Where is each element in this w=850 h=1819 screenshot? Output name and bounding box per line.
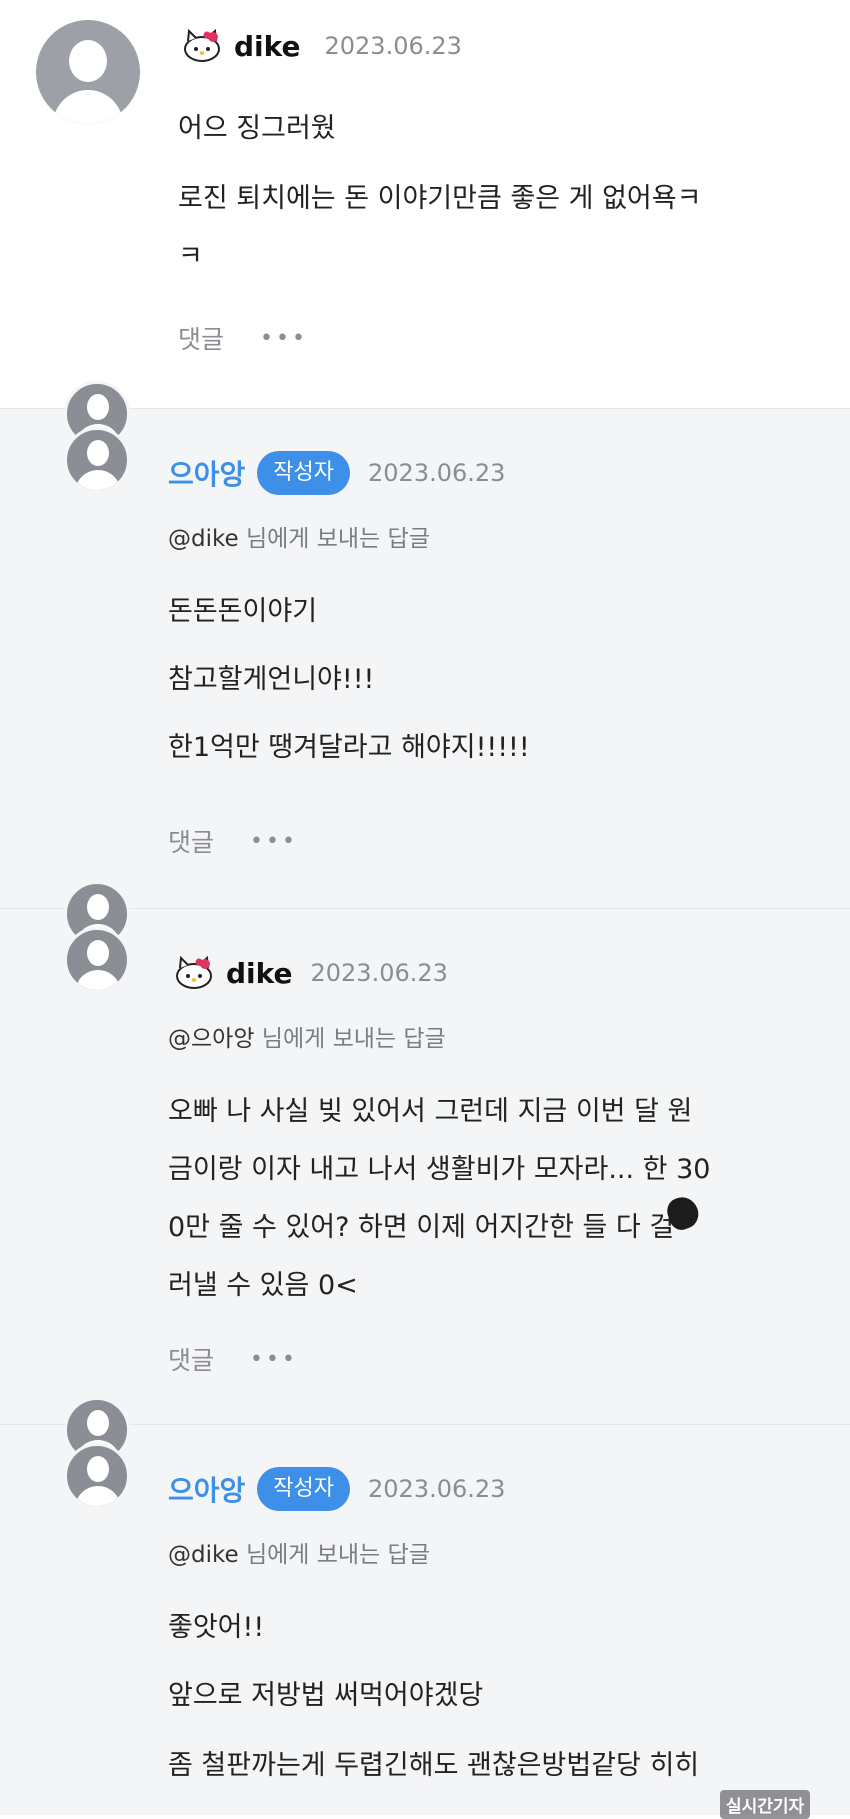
comment-text: 한1억만 땡겨달라고 해야지!!!!! [168,732,530,763]
comment-2: 으아앙 작성자 2023.06.23 @dike 님에게 보내는 답글 돈돈돈이… [0,381,850,909]
author-badge: 작성자 [257,451,351,495]
comment-text: 어으 징그러웠 [178,113,336,144]
author-badge: 작성자 [257,1467,351,1511]
default-avatar-icon [87,440,109,466]
mention-user[interactable]: @으아앙 [168,1026,254,1052]
comment-header: 으아앙 작성자 2023.06.23 [168,1467,505,1511]
comment-date: 2023.06.23 [368,1475,506,1503]
comment-text: ㅋ [178,241,203,272]
hello-kitty-icon [176,956,212,989]
default-avatar-icon [87,394,109,420]
default-avatar-icon [69,40,107,82]
default-avatar-icon [87,894,109,920]
comment-header: 으아앙 작성자 2023.06.23 [168,451,505,495]
comment-4: 으아앙 작성자 2023.06.23 @dike 님에게 보내는 답글 좋앗어!… [0,1397,850,1815]
comment-text: 참고할게언니야!!! [168,664,375,695]
avatar[interactable] [64,381,130,493]
comment-header: dike 2023.06.23 [172,951,448,995]
mention-user[interactable]: @dike [168,526,239,552]
avatar[interactable] [36,20,140,124]
reply-target: @dike 님에게 보내는 답글 [168,526,430,552]
watermark-logo: 실시간기자 [720,1790,811,1819]
comment-text: 로진 퇴치에는 돈 이야기만큼 좋은 게 없어욕ㅋ [178,183,702,214]
reply-target: @으아앙 님에게 보내는 답글 [168,1026,446,1052]
comment-text: 앞으로 저방법 써먹어야겠당 [168,1680,484,1711]
reply-button[interactable]: 댓글 [168,1341,214,1377]
comment-text: 오빠 나 사실 빚 있어서 그런데 지금 이번 달 원 [168,1096,693,1127]
author-name[interactable]: 으아앙 [168,453,245,493]
comment-actions: 댓글 ••• [168,1341,298,1377]
comment-text: 좋앗어!! [168,1612,265,1643]
reply-target: @dike 님에게 보내는 답글 [168,1542,430,1568]
more-dots-icon[interactable]: ••• [250,829,298,854]
comment-header: dike 2023.06.23 [180,26,462,66]
comment-actions: 댓글 ••• [168,823,298,859]
comment-date: 2023.06.23 [324,32,462,60]
comment-actions: 댓글 ••• [178,320,308,356]
comment-date: 2023.06.23 [310,959,448,987]
default-avatar-icon [87,1456,109,1482]
comment-text: 돈돈돈이야기 [168,596,318,627]
author-name[interactable]: 으아앙 [168,1469,245,1509]
more-dots-icon[interactable]: ••• [260,326,308,351]
comment-3: dike 2023.06.23 @으아앙 님에게 보내는 답글 오빠 나 사실 … [0,881,850,1425]
more-dots-icon[interactable]: ••• [250,1347,298,1372]
avatar[interactable] [64,881,130,993]
comment-text: 좀 철판까는게 두렵긴해도 괜찮은방법같당 히히 [168,1750,700,1781]
comment-date: 2023.06.23 [368,459,506,487]
author-name[interactable]: dike [226,957,293,990]
default-avatar-icon [87,1410,109,1436]
comment-text: 0만 줄 수 있어? 하면 이제 어지간한 들 다 걸 [168,1212,675,1243]
author-name[interactable]: dike [234,30,301,63]
comment-text: 금이랑 이자 내고 나서 생활비가 모자라... 한 30 [168,1154,711,1185]
mention-user[interactable]: @dike [168,1542,239,1568]
avatar[interactable] [64,1397,130,1509]
comment-text: 러낼 수 있음 0< [168,1270,358,1301]
comment-1: dike 2023.06.23 어으 징그러웠 로진 퇴치에는 돈 이야기만큼 … [0,0,850,408]
hello-kitty-icon [184,29,220,62]
reply-button[interactable]: 댓글 [168,823,214,859]
reply-button[interactable]: 댓글 [178,320,224,356]
default-avatar-icon [87,940,109,966]
